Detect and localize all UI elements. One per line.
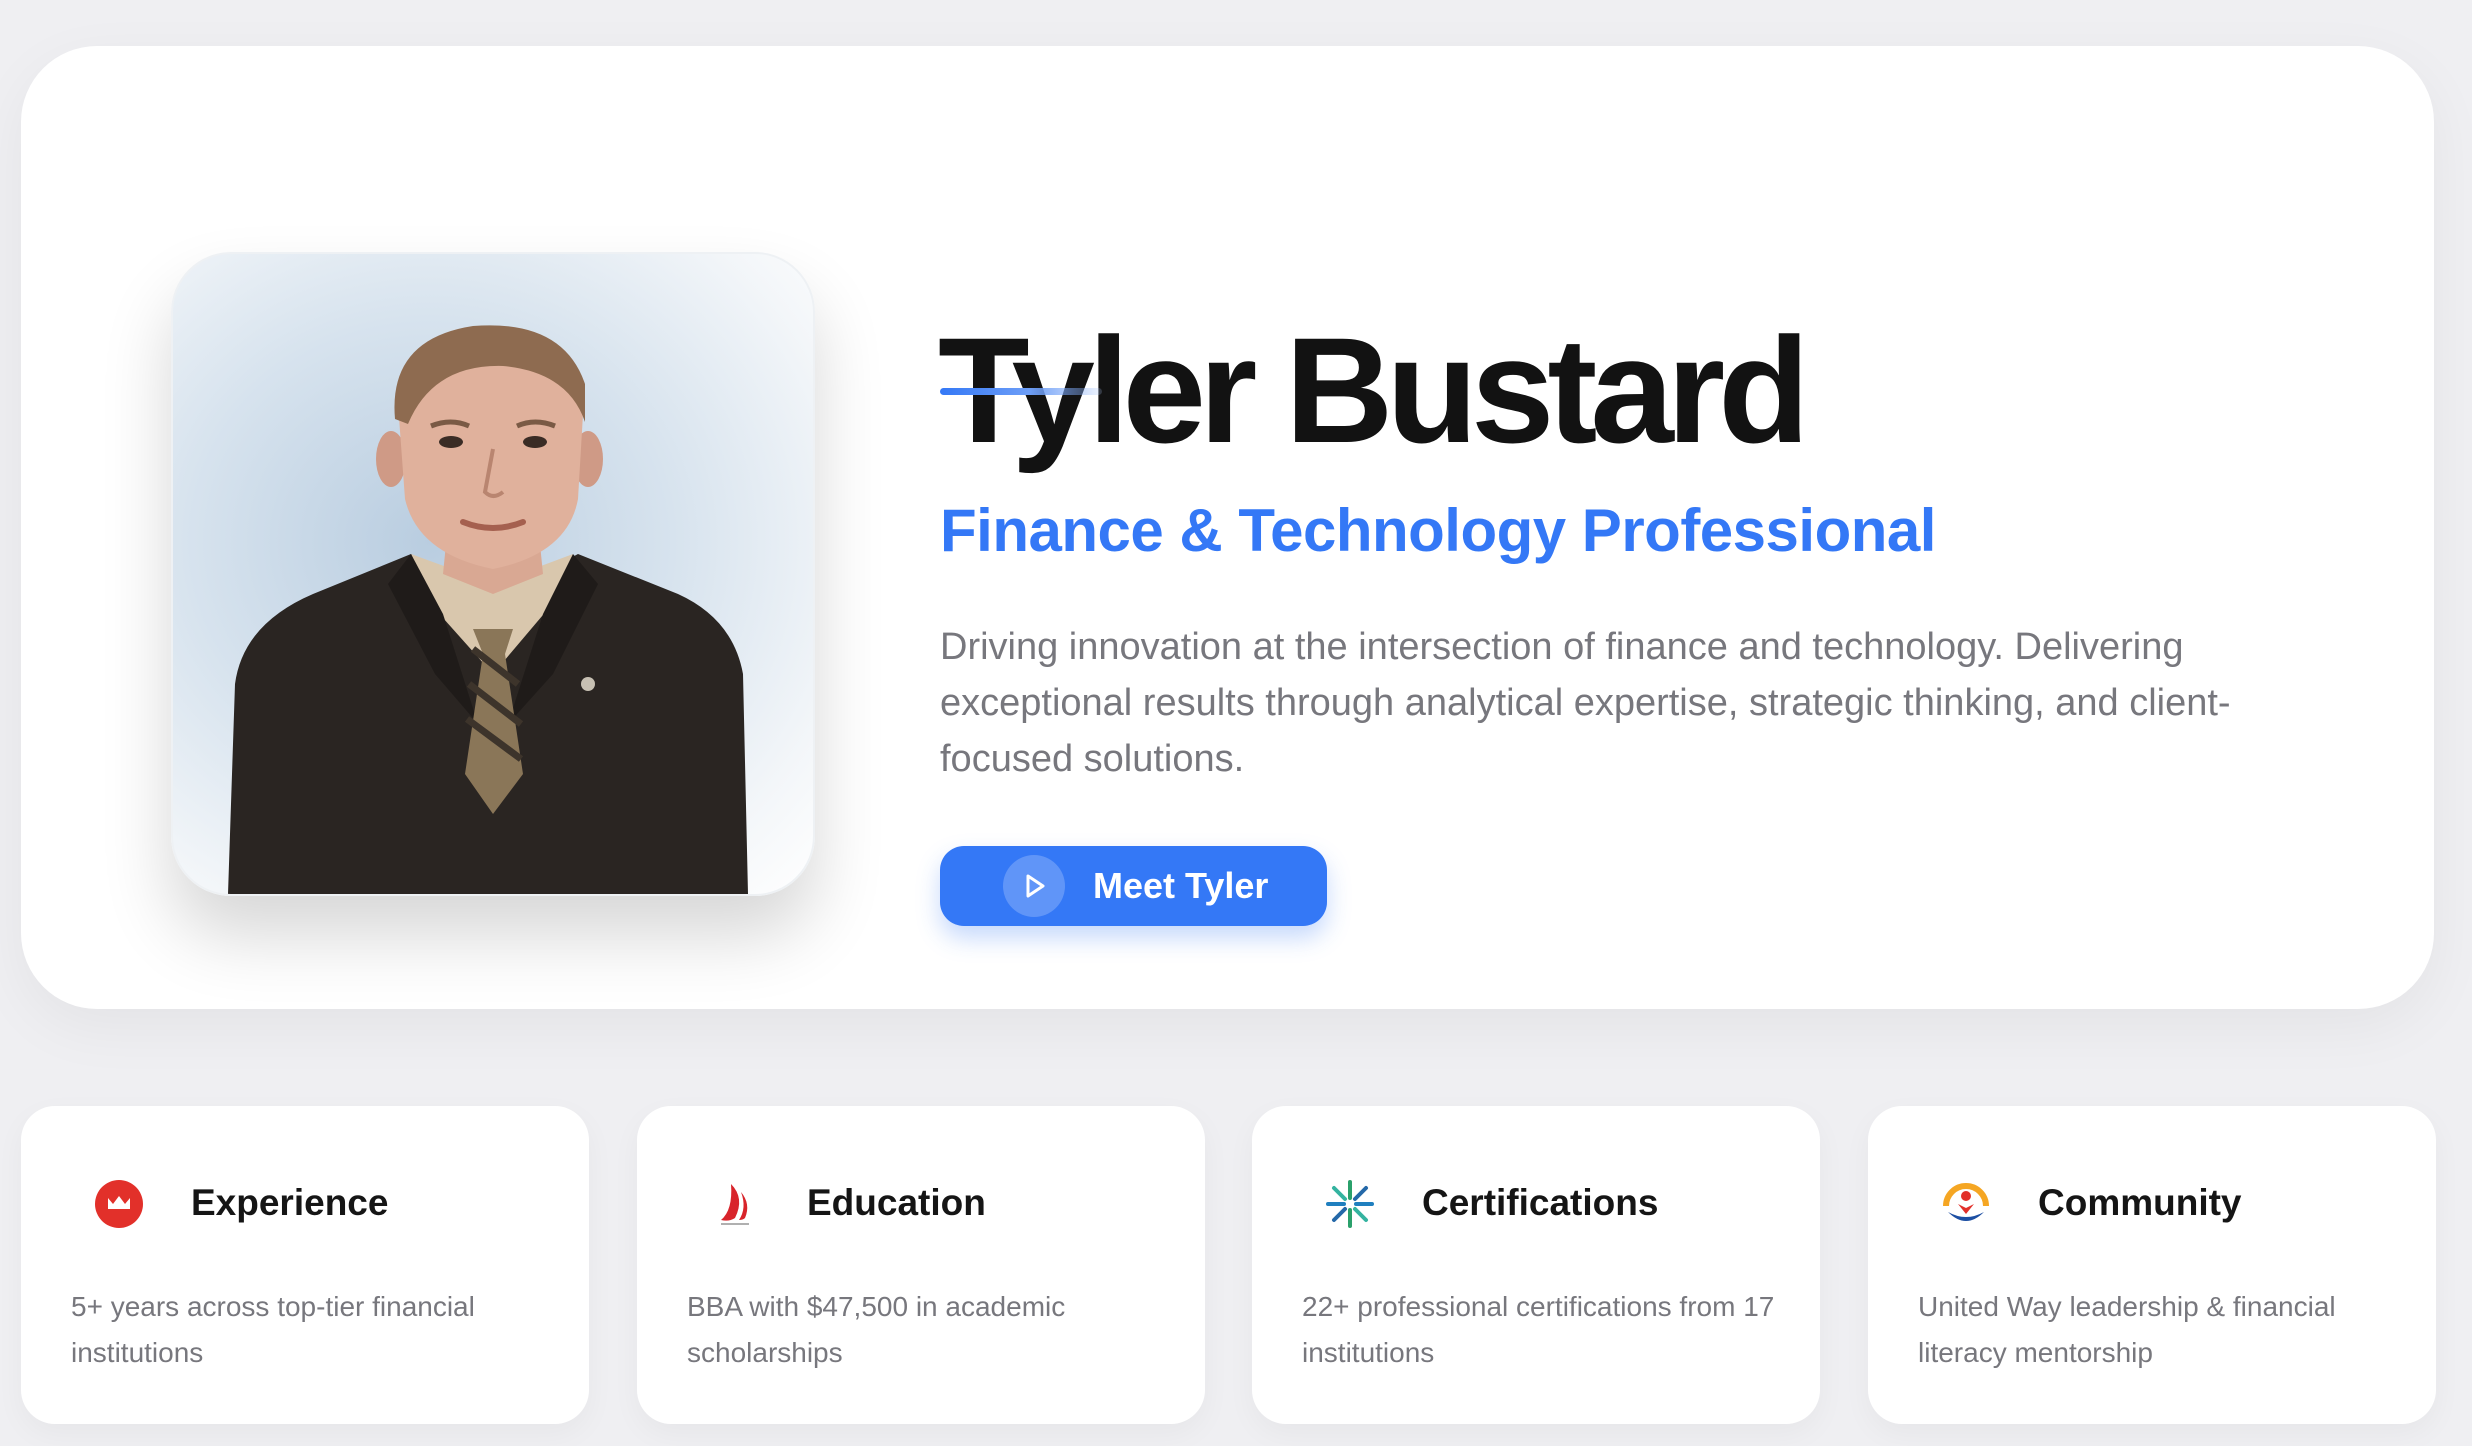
- bmo-bank-logo-icon: [93, 1178, 145, 1230]
- meet-tyler-button[interactable]: Meet Tyler: [940, 846, 1327, 926]
- highlight-card-education: Education BBA with $47,500 in academic s…: [637, 1106, 1205, 1424]
- highlight-card-community: Community United Way leadership & financ…: [1868, 1106, 2436, 1424]
- card-description: United Way leadership & financial litera…: [1918, 1291, 2336, 1368]
- card-description: BBA with $47,500 in academic scholarship…: [687, 1291, 1066, 1368]
- play-icon: [1003, 855, 1065, 917]
- portrait-illustration: [228, 325, 748, 894]
- highlight-card-experience: Experience 5+ years across top-tier fina…: [21, 1106, 589, 1424]
- name-underline-accent: [940, 388, 1102, 395]
- profile-title: Finance & Technology Professional: [940, 496, 1936, 564]
- starburst-logo-icon: [1324, 1178, 1376, 1230]
- card-description: 5+ years across top-tier financial insti…: [71, 1291, 475, 1368]
- card-title: Certifications: [1422, 1182, 1659, 1223]
- hero-card: Tyler Bustard Finance & Technology Profe…: [21, 46, 2434, 1009]
- highlight-card-certifications: Certifications 22+ professional certific…: [1252, 1106, 1820, 1424]
- profile-bio: Driving innovation at the intersection o…: [940, 626, 2231, 780]
- card-title: Community: [2038, 1182, 2242, 1223]
- meet-tyler-label: Meet Tyler: [1093, 865, 1269, 906]
- profile-photo: [171, 252, 815, 896]
- card-title: Education: [807, 1182, 986, 1223]
- university-sail-logo-icon: [709, 1178, 761, 1230]
- card-title: Experience: [191, 1182, 389, 1223]
- card-description: 22+ professional certifications from 17 …: [1302, 1291, 1775, 1368]
- united-way-logo-icon: [1940, 1178, 1992, 1230]
